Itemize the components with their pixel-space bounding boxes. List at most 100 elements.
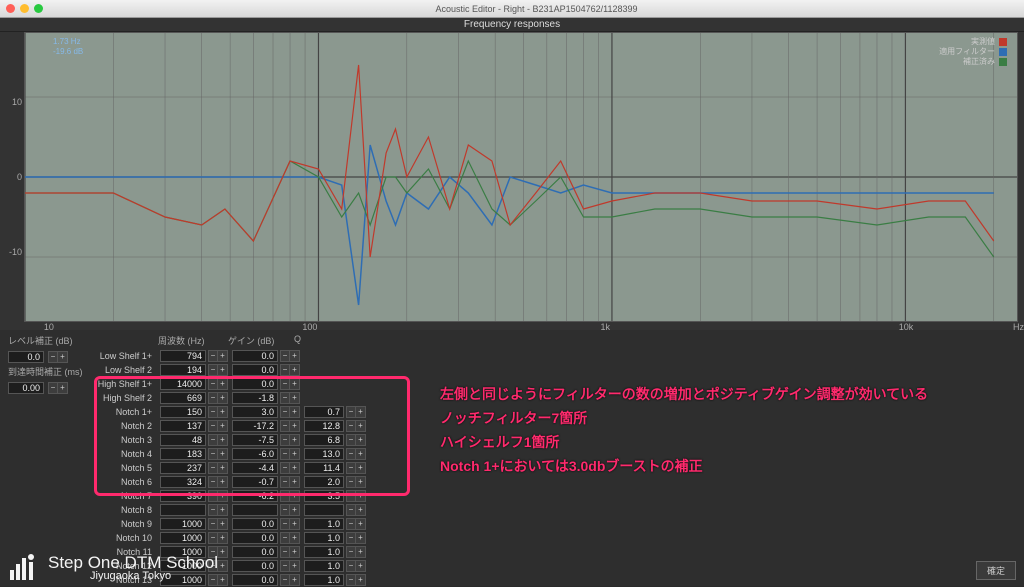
stepper-minus-button[interactable]: − (280, 434, 290, 446)
stepper-plus-button[interactable]: + (290, 504, 300, 516)
gain-input[interactable]: 3.0 (232, 406, 278, 418)
stepper-minus-button[interactable]: − (280, 546, 290, 558)
stepper-minus-button[interactable]: − (208, 434, 218, 446)
stepper-minus-button[interactable]: − (48, 382, 58, 394)
stepper-minus-button[interactable]: − (346, 448, 356, 460)
stepper-plus-button[interactable]: + (356, 406, 366, 418)
zoom-icon[interactable] (34, 4, 43, 13)
stepper-plus-button[interactable]: + (290, 378, 300, 390)
stepper-minus-button[interactable]: − (280, 448, 290, 460)
stepper-minus-button[interactable]: − (208, 406, 218, 418)
q-input[interactable]: 11.4 (304, 462, 344, 474)
freq-input[interactable]: 324 (160, 476, 206, 488)
freq-input[interactable]: 794 (160, 350, 206, 362)
stepper-minus-button[interactable]: − (280, 350, 290, 362)
freq-input[interactable]: 14000 (160, 378, 206, 390)
stepper-minus-button[interactable]: − (208, 420, 218, 432)
gain-input[interactable]: 0.0 (232, 364, 278, 376)
stepper-plus-button[interactable]: + (218, 350, 228, 362)
q-input[interactable]: 1.0 (304, 546, 344, 558)
stepper-plus-button[interactable]: + (356, 546, 366, 558)
delay-correction-input[interactable]: 0.00 (8, 382, 44, 394)
gain-input[interactable]: 0.0 (232, 560, 278, 572)
gain-input[interactable]: 0.0 (232, 532, 278, 544)
stepper-plus-button[interactable]: + (356, 560, 366, 572)
stepper-minus-button[interactable]: − (346, 434, 356, 446)
stepper-plus-button[interactable]: + (218, 378, 228, 390)
stepper-plus-button[interactable]: + (356, 476, 366, 488)
confirm-button[interactable]: 確定 (976, 561, 1016, 580)
q-input[interactable]: 1.0 (304, 574, 344, 586)
stepper-minus-button[interactable]: − (280, 574, 290, 586)
frequency-response-chart[interactable]: 1.73 Hz -19.6 dB 実測値 適用フィルター 補正済み (24, 32, 1018, 322)
q-input[interactable]: 6.8 (304, 434, 344, 446)
minimize-icon[interactable] (20, 4, 29, 13)
level-correction-input[interactable]: 0.0 (8, 351, 44, 363)
stepper-plus-button[interactable]: + (290, 476, 300, 488)
close-icon[interactable] (6, 4, 15, 13)
stepper-plus-button[interactable]: + (218, 476, 228, 488)
stepper-minus-button[interactable]: − (280, 560, 290, 572)
stepper-minus-button[interactable]: − (346, 476, 356, 488)
freq-input[interactable]: 1000 (160, 532, 206, 544)
gain-input[interactable] (232, 504, 278, 516)
stepper-plus-button[interactable]: + (218, 490, 228, 502)
stepper-minus-button[interactable]: − (280, 518, 290, 530)
freq-input[interactable]: 183 (160, 448, 206, 460)
freq-input[interactable]: 390 (160, 490, 206, 502)
stepper-minus-button[interactable]: − (280, 392, 290, 404)
stepper-plus-button[interactable]: + (356, 518, 366, 530)
stepper-plus-button[interactable]: + (218, 364, 228, 376)
stepper-plus-button[interactable]: + (218, 518, 228, 530)
freq-input[interactable]: 150 (160, 406, 206, 418)
stepper-minus-button[interactable]: − (208, 462, 218, 474)
stepper-plus-button[interactable]: + (58, 382, 68, 394)
freq-input[interactable]: 137 (160, 420, 206, 432)
stepper-plus-button[interactable]: + (218, 462, 228, 474)
stepper-minus-button[interactable]: − (346, 560, 356, 572)
stepper-plus-button[interactable]: + (356, 504, 366, 516)
stepper-plus-button[interactable]: + (218, 560, 228, 572)
stepper-minus-button[interactable]: − (208, 518, 218, 530)
stepper-minus-button[interactable]: − (280, 378, 290, 390)
stepper-minus-button[interactable]: − (346, 490, 356, 502)
stepper-minus-button[interactable]: − (346, 546, 356, 558)
stepper-plus-button[interactable]: + (218, 420, 228, 432)
stepper-plus-button[interactable]: + (218, 546, 228, 558)
stepper-plus-button[interactable]: + (218, 392, 228, 404)
stepper-plus-button[interactable]: + (290, 434, 300, 446)
stepper-minus-button[interactable]: − (346, 504, 356, 516)
q-input[interactable]: 13.0 (304, 448, 344, 460)
gain-input[interactable]: -7.5 (232, 434, 278, 446)
stepper-plus-button[interactable]: + (356, 434, 366, 446)
gain-input[interactable]: 0.0 (232, 518, 278, 530)
stepper-plus-button[interactable]: + (290, 532, 300, 544)
q-input[interactable]: 3.5 (304, 490, 344, 502)
stepper-minus-button[interactable]: − (280, 364, 290, 376)
stepper-minus-button[interactable]: − (208, 392, 218, 404)
stepper-plus-button[interactable]: + (290, 574, 300, 586)
stepper-plus-button[interactable]: + (356, 574, 366, 586)
q-input[interactable]: 1.0 (304, 518, 344, 530)
stepper-plus-button[interactable]: + (218, 532, 228, 544)
stepper-minus-button[interactable]: − (208, 378, 218, 390)
stepper-plus-button[interactable]: + (290, 406, 300, 418)
stepper-plus-button[interactable]: + (218, 434, 228, 446)
stepper-minus-button[interactable]: − (280, 462, 290, 474)
q-input[interactable]: 12.8 (304, 420, 344, 432)
gain-input[interactable]: 0.0 (232, 378, 278, 390)
stepper-plus-button[interactable]: + (290, 518, 300, 530)
stepper-plus-button[interactable]: + (58, 351, 68, 363)
stepper-plus-button[interactable]: + (218, 504, 228, 516)
stepper-minus-button[interactable]: − (208, 350, 218, 362)
stepper-plus-button[interactable]: + (218, 448, 228, 460)
stepper-minus-button[interactable]: − (346, 532, 356, 544)
gain-input[interactable]: 0.0 (232, 574, 278, 586)
stepper-minus-button[interactable]: − (280, 476, 290, 488)
stepper-minus-button[interactable]: − (208, 490, 218, 502)
stepper-plus-button[interactable]: + (290, 546, 300, 558)
gain-input[interactable]: 0.0 (232, 350, 278, 362)
stepper-minus-button[interactable]: − (208, 364, 218, 376)
stepper-plus-button[interactable]: + (356, 532, 366, 544)
gain-input[interactable]: 0.0 (232, 546, 278, 558)
